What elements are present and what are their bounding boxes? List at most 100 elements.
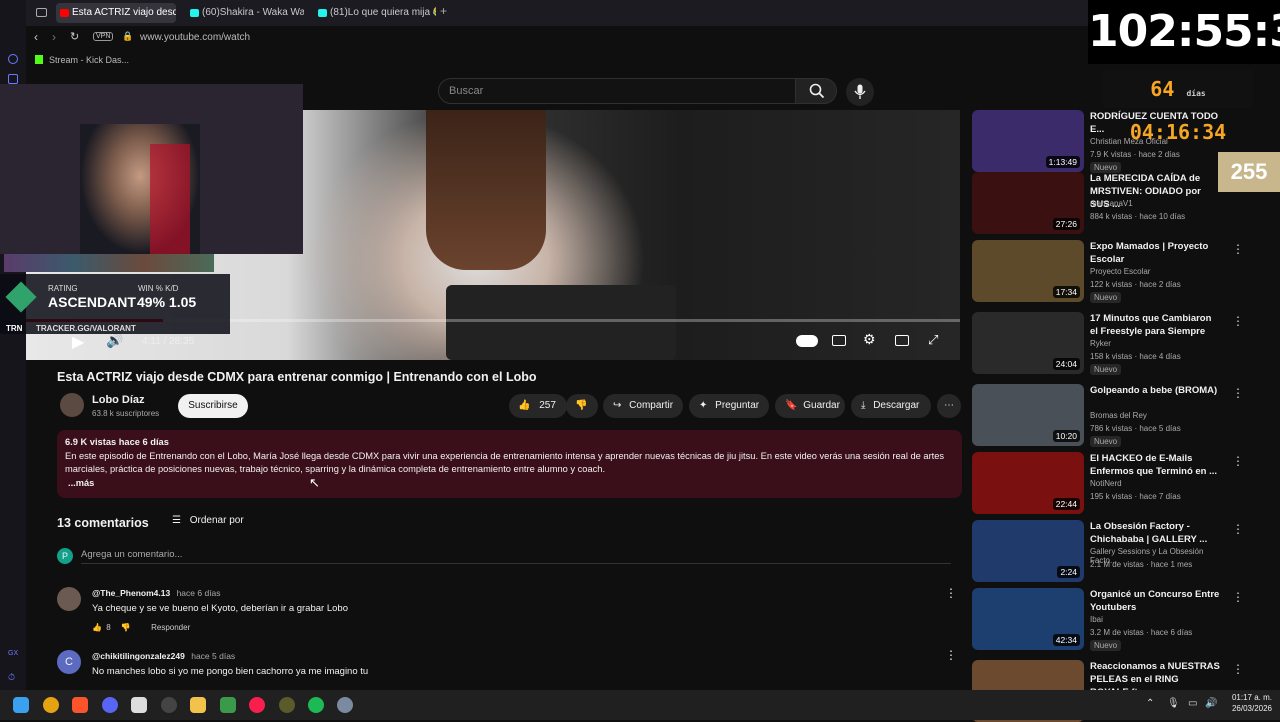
comment-author[interactable]: @chikitilingonzalez249: [92, 651, 185, 661]
subtitles-icon[interactable]: [832, 335, 846, 346]
suggestion-menu-icon[interactable]: ⋮: [1232, 454, 1244, 468]
bookmark-item[interactable]: Stream - Kick Das...: [49, 55, 129, 65]
suggestion-thumbnail[interactable]: 42:34: [972, 588, 1084, 650]
suggestion-title[interactable]: La Obsesión Factory - Chichababa | GALLE…: [1090, 520, 1220, 546]
description-box[interactable]: 6.9 K vistas hace 6 días En este episodi…: [57, 430, 962, 498]
sidebar-icon[interactable]: GX: [8, 650, 18, 657]
comment-avatar[interactable]: C: [57, 650, 81, 674]
suggestion-menu-icon[interactable]: ⋮: [1232, 386, 1244, 400]
show-more-link[interactable]: ...más: [68, 477, 954, 491]
ask-button[interactable]: ✦ Preguntar: [689, 394, 769, 418]
suggestion-thumbnail[interactable]: 24:04: [972, 312, 1084, 374]
network-icon[interactable]: ▭: [1188, 698, 1197, 709]
spotify-icon[interactable]: [308, 697, 324, 713]
suggestion-item[interactable]: 2:24 La Obsesión Factory - Chichababa | G…: [972, 520, 1244, 582]
suggestion-title[interactable]: Expo Mamados | Proyecto Escolar: [1090, 240, 1220, 266]
dislike-button[interactable]: 👎: [566, 394, 598, 418]
settings-app-icon[interactable]: [337, 697, 353, 713]
reply-button[interactable]: Responder: [151, 623, 190, 632]
mic-tray-icon[interactable]: 🎙: [1167, 698, 1180, 709]
add-comment-input[interactable]: Agrega un comentario...: [81, 549, 951, 564]
suggestion-item[interactable]: 10:20 Golpeando a bebe (BROMA) Bromas del …: [972, 384, 1244, 447]
settings-icon[interactable]: ⚙: [863, 331, 876, 348]
suggestion-title[interactable]: Organicé un Concurso Entre Youtubers: [1090, 588, 1220, 614]
tab-tiktok-2[interactable]: (81)Lo que quiera mija 😂🥴: [314, 3, 436, 23]
suggestion-meta: 158 k vistas · hace 4 días: [1090, 352, 1181, 361]
suggestion-thumbnail[interactable]: 2:24: [972, 520, 1084, 582]
game-app-icon[interactable]: [279, 697, 295, 713]
suggestion-menu-icon[interactable]: ⋮: [1232, 590, 1244, 604]
download-button[interactable]: ⤓ Descargar: [851, 394, 931, 418]
suggestion-thumbnail[interactable]: 1:13:49: [972, 110, 1084, 172]
suggestion-menu-icon[interactable]: ⋮: [1232, 242, 1244, 256]
suggestion-item[interactable]: 27:26 La MERECIDA CAÍDA de MRSTIVEN: ODIA…: [972, 172, 1212, 234]
tab-tiktok-1[interactable]: (60)Shakira - Waka Waka: [186, 3, 304, 23]
comment-likes: 8: [106, 623, 111, 632]
tab-youtube[interactable]: Esta ACTRIZ viajo desde C: [56, 3, 176, 23]
suggestion-item[interactable]: 42:34 Organicé un Concurso Entre Youtuber…: [972, 588, 1244, 651]
suggestion-title[interactable]: 17 Minutos que Cambiaron el Freestyle pa…: [1090, 312, 1220, 338]
volume-icon[interactable]: 🔊: [106, 332, 123, 349]
forward-icon[interactable]: ›: [52, 30, 56, 44]
save-button[interactable]: 🔖 Guardar: [775, 394, 845, 418]
store-icon[interactable]: [131, 697, 147, 713]
comment-avatar[interactable]: [57, 587, 81, 611]
search-button[interactable]: [795, 78, 837, 104]
suggestion-title[interactable]: El HACKEO de E-Mails Enfermos que Termin…: [1090, 452, 1220, 478]
discord-icon[interactable]: [102, 697, 118, 713]
tab-overview-icon[interactable]: [36, 8, 47, 17]
coin-app-icon[interactable]: [43, 697, 59, 713]
sidebar-icon[interactable]: [8, 54, 18, 64]
clock[interactable]: 01:17 a. m. 26/03/2026: [1222, 692, 1272, 714]
share-button[interactable]: ↪ Compartir: [603, 394, 683, 418]
suggestion-menu-icon[interactable]: ⋮: [1232, 662, 1244, 676]
suggestion-thumbnail[interactable]: 17:34: [972, 240, 1084, 302]
back-icon[interactable]: ‹: [34, 30, 38, 44]
more-actions-button[interactable]: ⋯: [937, 394, 961, 418]
comment-text: Ya cheque y se ve bueno el Kyoto, deberí…: [92, 603, 348, 614]
suggestion-item[interactable]: 17:34 Expo Mamados | Proyecto Escolar Proy…: [972, 240, 1244, 303]
obs-icon[interactable]: [161, 697, 177, 713]
suggestion-title[interactable]: RODRÍGUEZ CUENTA TODO E...: [1090, 110, 1220, 136]
controller-icon[interactable]: [220, 697, 236, 713]
windows-start-icon[interactable]: [13, 697, 29, 713]
voice-search-button[interactable]: [846, 78, 874, 106]
suggestion-thumbnail[interactable]: 22:44: [972, 452, 1084, 514]
comment-menu-icon[interactable]: ⋮: [945, 586, 957, 600]
suggestion-thumbnail[interactable]: 10:20: [972, 384, 1084, 446]
suggestion-title[interactable]: Golpeando a bebe (BROMA): [1090, 384, 1220, 397]
subscribe-button[interactable]: Suscribirse: [178, 394, 248, 418]
suggestion-menu-icon[interactable]: ⋮: [1232, 522, 1244, 536]
miniplayer-icon[interactable]: [895, 335, 909, 346]
suggestion-item[interactable]: 24:04 17 Minutos que Cambiaron el Freesty…: [972, 312, 1244, 375]
like-button[interactable]: 👍 257: [509, 394, 567, 418]
suggestion-thumbnail[interactable]: 27:26: [972, 172, 1084, 234]
channel-avatar[interactable]: [60, 393, 84, 417]
channel-name[interactable]: Lobo Díaz: [92, 394, 145, 406]
new-tab-button[interactable]: +: [440, 4, 447, 18]
folder-icon[interactable]: [190, 697, 206, 713]
fullscreen-icon[interactable]: ⤢: [928, 332, 938, 348]
brave-icon[interactable]: [72, 697, 88, 713]
opera-gx-icon[interactable]: [249, 697, 265, 713]
sidebar-icon[interactable]: [8, 74, 18, 84]
play-icon[interactable]: ▶: [72, 332, 84, 352]
suggestion-menu-icon[interactable]: ⋮: [1232, 314, 1244, 328]
address-bar[interactable]: www.youtube.com/watch: [140, 32, 250, 43]
speaker-icon[interactable]: 🔊: [1205, 698, 1217, 709]
thumbs-up-icon[interactable]: 👍: [92, 623, 102, 632]
comment-menu-icon[interactable]: ⋮: [945, 648, 957, 662]
tray-chevron-icon[interactable]: ⌃: [1146, 698, 1154, 709]
vpn-badge[interactable]: VPN: [93, 32, 114, 41]
comment-author[interactable]: @The_Phenom4.13: [92, 588, 170, 598]
sort-label: Ordenar por: [189, 515, 244, 526]
search-input[interactable]: Buscar: [438, 78, 796, 104]
duration-badge: 1:13:49: [1045, 156, 1080, 168]
thumbs-down-icon[interactable]: 👎: [121, 623, 131, 632]
suggestion-item[interactable]: 1:13:49 RODRÍGUEZ CUENTA TODO E... Christi…: [972, 110, 1218, 173]
autoplay-toggle[interactable]: [796, 335, 818, 347]
sidebar-icon[interactable]: ⏱: [8, 672, 15, 683]
suggestion-item[interactable]: 22:44 El HACKEO de E-Mails Enfermos que T…: [972, 452, 1244, 514]
sort-button[interactable]: ☰ Ordenar por: [172, 515, 244, 526]
reload-icon[interactable]: ↻: [70, 30, 79, 43]
